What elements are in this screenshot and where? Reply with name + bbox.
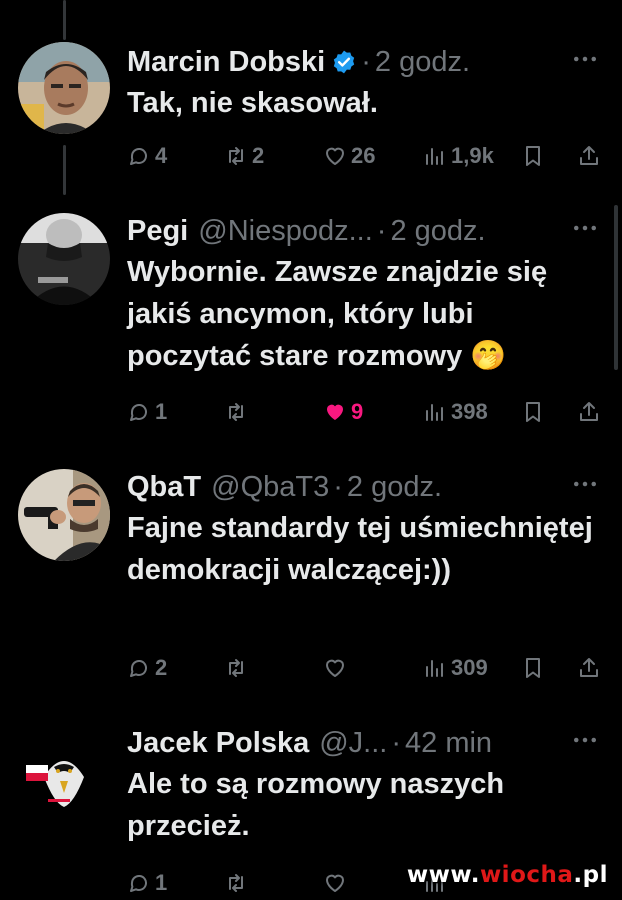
reply-button[interactable]: 2 (127, 650, 167, 686)
timestamp[interactable]: 2 godz. (375, 46, 470, 79)
timestamp[interactable]: 2 godz. (390, 215, 485, 248)
avatar[interactable] (18, 213, 110, 305)
views-count: 398 (451, 399, 488, 424)
watermark-tld: .pl (573, 862, 608, 888)
reply-button[interactable]: 1 (127, 394, 167, 430)
share-button[interactable] (577, 394, 605, 430)
repost-icon (229, 403, 243, 421)
like-icon (327, 404, 343, 420)
watermark-site: www. (406, 862, 480, 888)
watermark-brand: wiocha (479, 862, 574, 888)
like-button[interactable] (323, 650, 351, 686)
tweet-header: Marcin Dobski · 2 godz. (127, 42, 470, 82)
like-icon (326, 659, 344, 677)
more-icon[interactable] (570, 44, 600, 74)
tweet-header: QbaT @QbaT3 · 2 godz. (127, 467, 442, 507)
repost-button[interactable] (224, 865, 252, 900)
share-button[interactable] (577, 650, 605, 686)
more-icon[interactable] (570, 725, 600, 755)
share-icon (580, 146, 598, 165)
repost-button[interactable] (224, 650, 252, 686)
repost-button[interactable] (224, 394, 252, 430)
share-button[interactable] (577, 138, 605, 174)
action-bar: 4 2 26 1,9k (127, 138, 607, 174)
views-icon (426, 660, 443, 677)
like-button[interactable]: 9 (323, 394, 363, 430)
verified-badge-icon (331, 49, 357, 75)
author-handle[interactable]: @Niespodz... (198, 215, 373, 248)
views-count: 1,9k (451, 143, 494, 168)
tweet-text: Wybornie. Zawsze znajdzie się jakiś ancy… (127, 256, 548, 372)
views-count: 309 (451, 655, 488, 680)
bookmark-button[interactable] (521, 394, 549, 430)
author-name[interactable]: Jacek Polska (127, 727, 309, 760)
views-icon (426, 404, 443, 421)
repost-icon (229, 874, 243, 892)
tweet-header: Pegi @Niespodz... · 2 godz. (127, 211, 486, 251)
separator: · (361, 45, 371, 78)
author-handle[interactable]: @QbaT3 (211, 471, 329, 504)
reply-count: 4 (155, 143, 168, 168)
like-icon (326, 147, 344, 165)
timestamp[interactable]: 42 min (405, 727, 492, 760)
share-icon (580, 402, 598, 421)
author-name[interactable]: Pegi (127, 215, 188, 248)
like-count: 9 (351, 399, 364, 424)
tweet-text: Ale to są rozmowy naszych przecież. (127, 768, 505, 842)
share-icon (580, 658, 598, 677)
author-name[interactable]: QbaT (127, 471, 201, 504)
action-bar: 2 309 (127, 650, 607, 686)
avatar[interactable] (18, 469, 110, 561)
repost-count: 2 (252, 143, 265, 168)
like-button[interactable]: 26 (323, 138, 375, 174)
author-handle[interactable]: @J... (319, 727, 387, 760)
reply-count: 2 (155, 655, 168, 680)
separator: · (376, 214, 387, 247)
reply-count: 1 (155, 399, 168, 424)
tweet-1[interactable]: Marcin Dobski · 2 godz. Tak, nie skasowa… (0, 42, 622, 192)
author-name[interactable]: Marcin Dobski (127, 46, 325, 79)
thread-line-top (63, 0, 66, 40)
like-button[interactable] (323, 865, 351, 900)
repost-button[interactable]: 2 (224, 138, 264, 174)
avatar[interactable] (18, 727, 110, 819)
bookmark-icon (526, 146, 540, 166)
reply-icon (130, 874, 147, 892)
timestamp[interactable]: 2 godz. (347, 471, 442, 504)
bookmark-icon (526, 658, 540, 678)
reply-icon (130, 147, 147, 165)
reply-count: 1 (155, 870, 168, 895)
reply-icon (130, 659, 147, 677)
like-count: 26 (351, 143, 376, 168)
repost-icon (229, 147, 243, 165)
bookmark-button[interactable] (521, 650, 549, 686)
more-icon[interactable] (570, 469, 600, 499)
bookmark-button[interactable] (521, 138, 549, 174)
action-bar: 1 9 398 (127, 394, 607, 430)
views-button[interactable]: 1,9k (423, 138, 494, 174)
tweet-text: Fajne standardy tej uśmiechniętej demokr… (127, 512, 593, 586)
reply-button[interactable]: 1 (127, 865, 167, 900)
more-icon[interactable] (570, 213, 600, 243)
avatar[interactable] (18, 42, 110, 134)
bookmark-icon (526, 402, 540, 422)
tweet-3[interactable]: QbaT @QbaT3 · 2 godz. Fajne standardy te… (0, 467, 622, 697)
reply-icon (130, 403, 147, 421)
views-button[interactable]: 309 (423, 650, 488, 686)
like-icon (326, 874, 344, 892)
views-button[interactable]: 398 (423, 394, 488, 430)
repost-icon (229, 659, 243, 677)
separator: · (333, 470, 343, 503)
tweet-header: Jacek Polska @J... · 42 min (127, 723, 492, 763)
views-icon (426, 148, 443, 165)
tweet-2[interactable]: Pegi @Niespodz... · 2 godz. Wybornie. Za… (0, 211, 622, 451)
reply-button[interactable]: 4 (127, 138, 167, 174)
separator: · (391, 726, 401, 759)
tweet-text: Tak, nie skasował. (127, 87, 378, 119)
watermark: www.wiocha.pl (407, 862, 608, 888)
